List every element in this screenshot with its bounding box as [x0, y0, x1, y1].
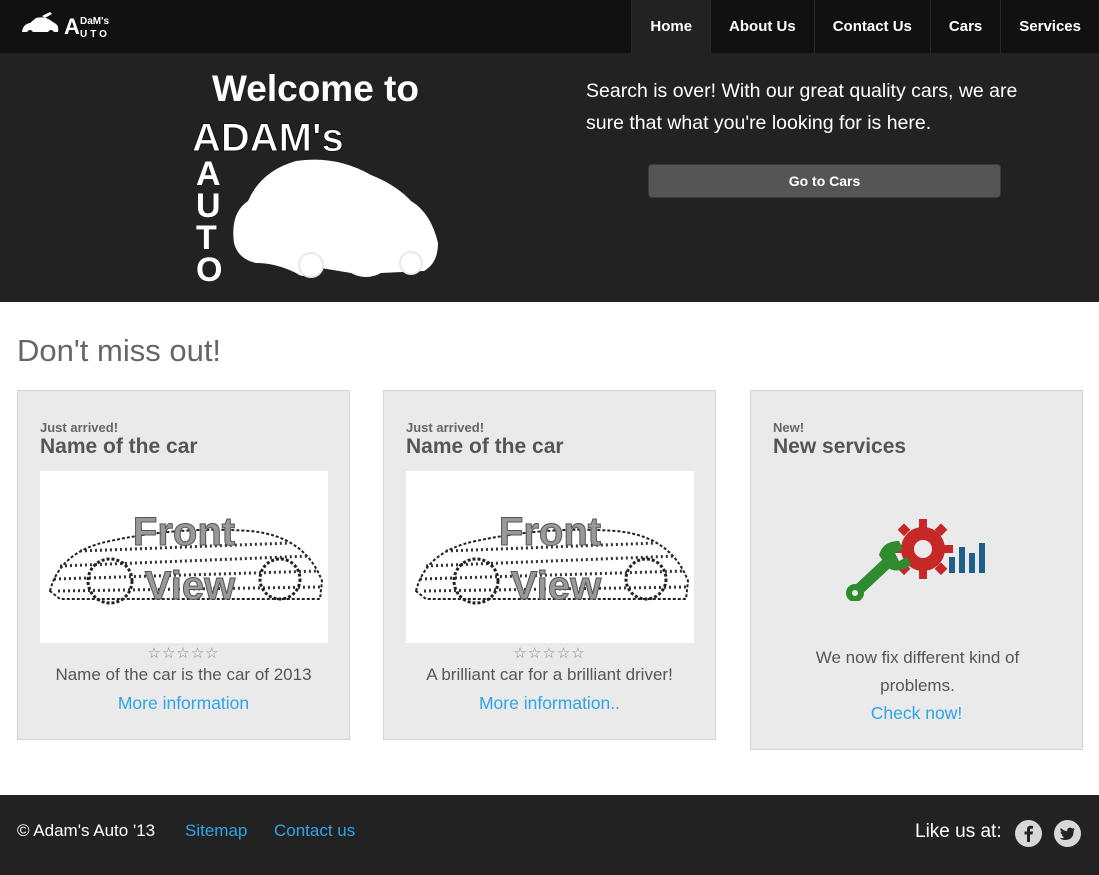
sitemap-link[interactable]: Sitemap [185, 821, 247, 841]
like-us-label: Like us at: [915, 821, 1002, 842]
brand-logo[interactable]: A DaM's UTO [20, 10, 130, 44]
card-kicker: Just arrived! [406, 420, 485, 435]
car-card-1: Just arrived! Name of the car Front View… [17, 390, 350, 740]
card-title: New services [773, 435, 907, 458]
facebook-icon[interactable] [1015, 820, 1042, 847]
more-information-link[interactable]: More information.. [384, 693, 715, 714]
section-heading: Don't miss out! [17, 333, 222, 368]
card-description: A brilliant car for a brilliant driver! [426, 665, 673, 684]
svg-text:O: O [196, 251, 222, 288]
twitter-icon[interactable] [1054, 820, 1081, 847]
car-logo-icon [22, 12, 59, 36]
svg-text:A: A [64, 14, 80, 39]
nav-cars[interactable]: Cars [929, 0, 1000, 53]
hero-logo: ADAM's A U T O [192, 116, 438, 288]
nav-about-us[interactable]: About Us [710, 0, 814, 53]
car-card-2: Just arrived! Name of the car Front View… [383, 390, 716, 740]
hero-text: Search is over! With our great quality c… [586, 80, 1018, 134]
copyright: © Adam's Auto '13 [17, 821, 156, 840]
hero-title: Welcome to [212, 68, 419, 109]
nav-contact-us[interactable]: Contact Us [813, 0, 930, 53]
nav-services[interactable]: Services [1000, 0, 1099, 53]
svg-text:UTO: UTO [80, 29, 110, 40]
svg-text:Front: Front [133, 510, 235, 554]
star-rating[interactable]: ☆☆☆☆☆ [18, 644, 349, 662]
hero: Welcome to ADAM's A U T O Search is over… [0, 53, 1099, 302]
car-silhouette-icon [233, 159, 438, 278]
go-to-cars-button[interactable]: Go to Cars [648, 164, 1001, 198]
card-description: We now fix different kind of problems. [815, 648, 1020, 695]
card-kicker: New! [773, 420, 805, 435]
card-title: Name of the car [40, 435, 198, 458]
check-now-link[interactable]: Check now! [751, 703, 1082, 724]
contact-us-link[interactable]: Contact us [274, 821, 355, 841]
nav-home[interactable]: Home [631, 0, 711, 53]
svg-text:Front: Front [499, 510, 601, 554]
hero-logo-text: ADAM's [192, 116, 344, 160]
star-rating[interactable]: ☆☆☆☆☆ [384, 644, 715, 662]
services-card: New! New services We now fix different k… [750, 390, 1083, 750]
svg-text:View: View [145, 564, 236, 608]
navbar: A DaM's UTO Home About Us Contact Us Car… [0, 0, 1099, 53]
car-image[interactable]: Front View [40, 471, 328, 643]
more-information-link[interactable]: More information [18, 693, 349, 714]
footer: © Adam's Auto '13 Sitemap Contact us Lik… [0, 795, 1099, 875]
card-kicker: Just arrived! [40, 420, 119, 435]
svg-text:View: View [511, 564, 602, 608]
car-image[interactable]: Front View [406, 471, 694, 643]
bar-chart-icon [949, 543, 985, 573]
svg-text:DaM's: DaM's [80, 16, 109, 27]
card-title: Name of the car [406, 435, 564, 458]
card-description: Name of the car is the car of 2013 [55, 665, 312, 684]
services-icon [846, 519, 985, 601]
